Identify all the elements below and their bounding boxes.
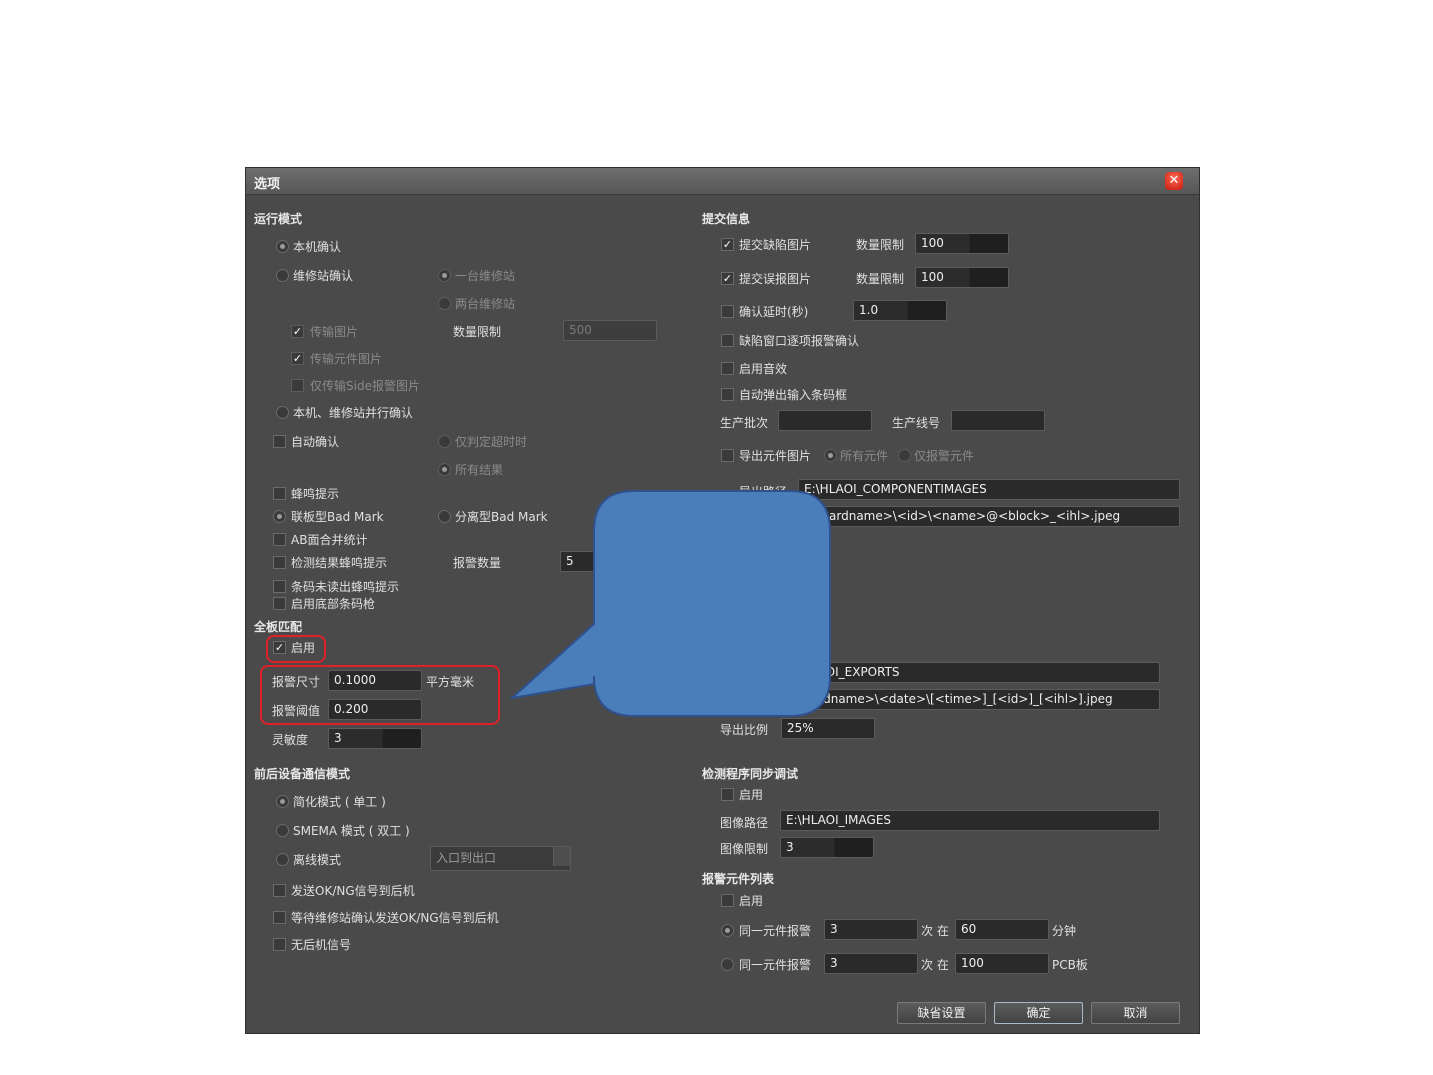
callout-shape <box>508 490 831 717</box>
callout-bubble <box>508 490 831 717</box>
page: 选项 ✕ 运行模式 本机确认 维修站确认 一台维修站 两台维修站 ✓ 传输图片 … <box>0 0 1433 1075</box>
